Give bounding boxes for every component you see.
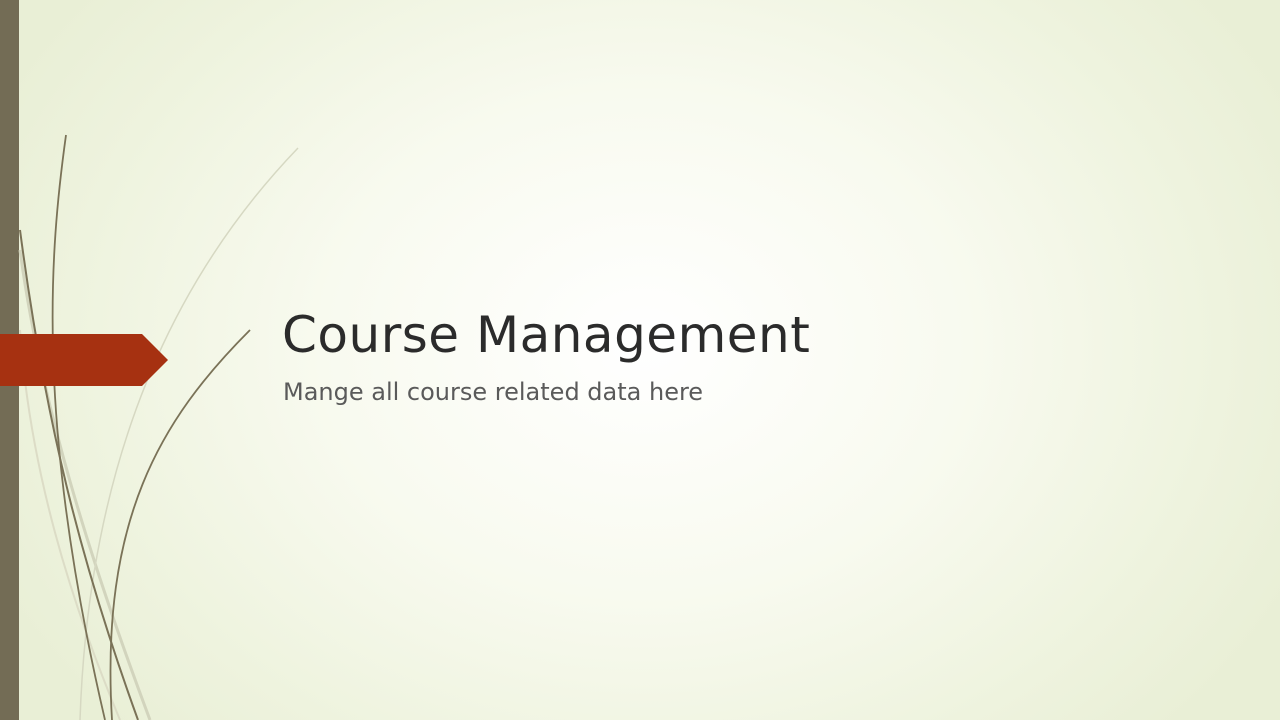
slide-subtitle: Mange all course related data here [283,378,704,406]
light-curve-inner [19,329,121,720]
title-marker-tab [0,334,168,386]
dark-curve-3 [109,329,251,720]
slide-title: Course Management [282,306,811,364]
light-curve-right [79,147,299,720]
title-slide: Course Management Mange all course relat… [0,0,1280,720]
dark-curve-1 [51,134,106,720]
dark-curve-2 [19,229,139,720]
tab-arrow-shape [0,334,168,386]
